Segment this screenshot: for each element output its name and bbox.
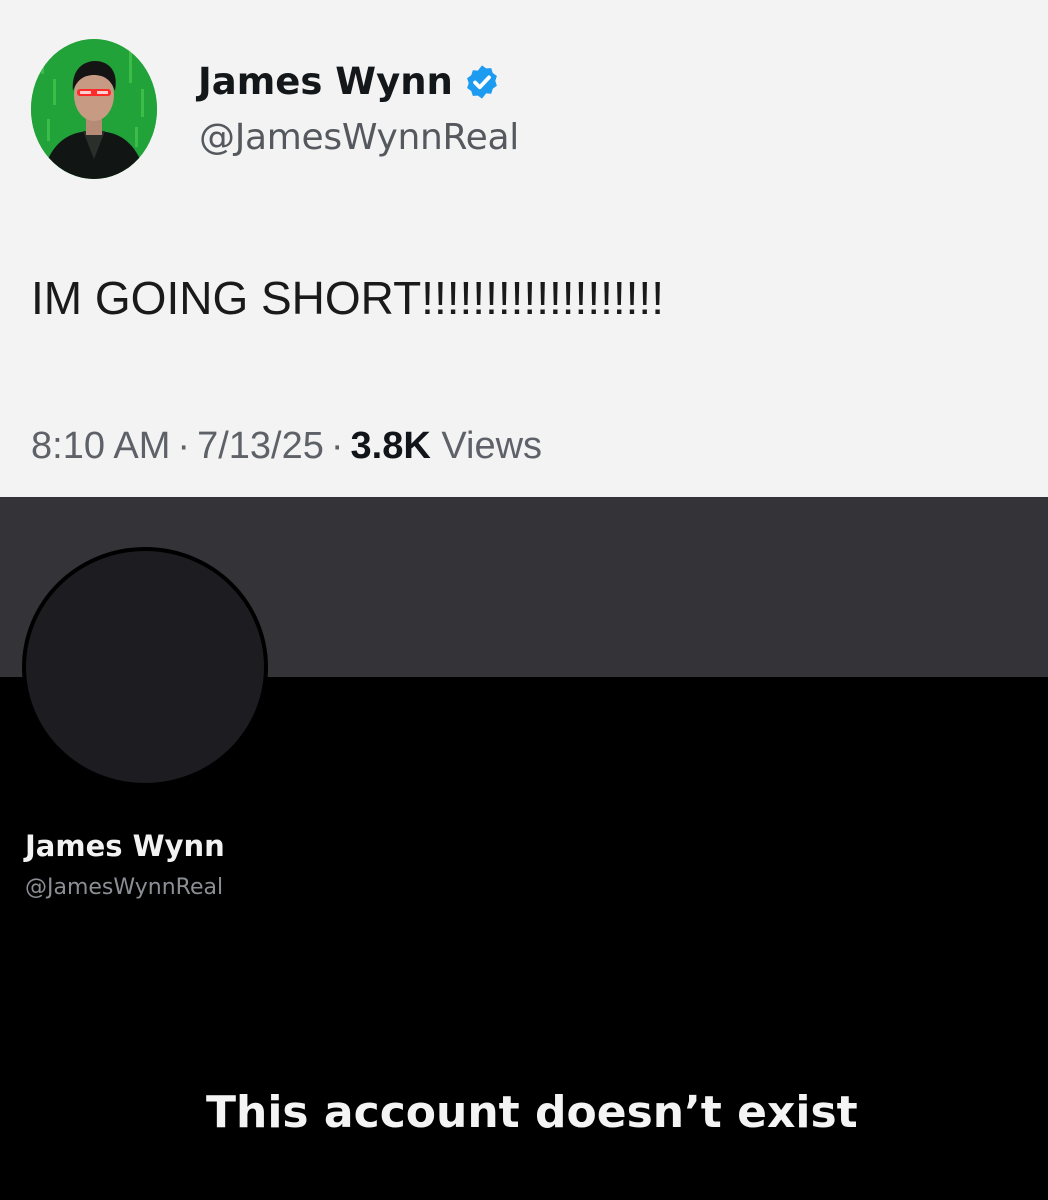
separator-dot: · <box>330 425 344 467</box>
views-count[interactable]: 3.8K <box>351 425 431 467</box>
author-handle[interactable]: @JamesWynnReal <box>199 114 519 162</box>
tweet-date[interactable]: 7/13/25 <box>197 425 324 467</box>
author-name-text: James Wynn <box>198 60 453 103</box>
author-name[interactable]: James Wynn <box>198 58 501 106</box>
tweet-card: James Wynn @JamesWynnReal IM GOING SHORT… <box>0 0 1048 497</box>
account-status-message: This account doesn’t exist <box>206 1087 858 1138</box>
verified-badge-icon <box>467 65 497 99</box>
tweet-metadata: 8:10 AM · 7/13/25 · 3.8K Views <box>31 421 542 471</box>
profile-handle: @JamesWynnReal <box>25 875 224 900</box>
separator-dot: · <box>177 425 191 467</box>
tweet-text: IM GOING SHORT!!!!!!!!!!!!!!!!!!! <box>31 272 664 324</box>
profile-avatar-placeholder <box>22 547 268 787</box>
profile-name: James Wynn <box>25 829 225 863</box>
author-avatar[interactable] <box>31 39 157 179</box>
tweet-time[interactable]: 8:10 AM <box>31 425 170 467</box>
profile-page: James Wynn @JamesWynnReal This account d… <box>0 497 1048 1200</box>
views-label: Views <box>441 425 543 467</box>
avatar-portrait-image <box>31 39 157 179</box>
